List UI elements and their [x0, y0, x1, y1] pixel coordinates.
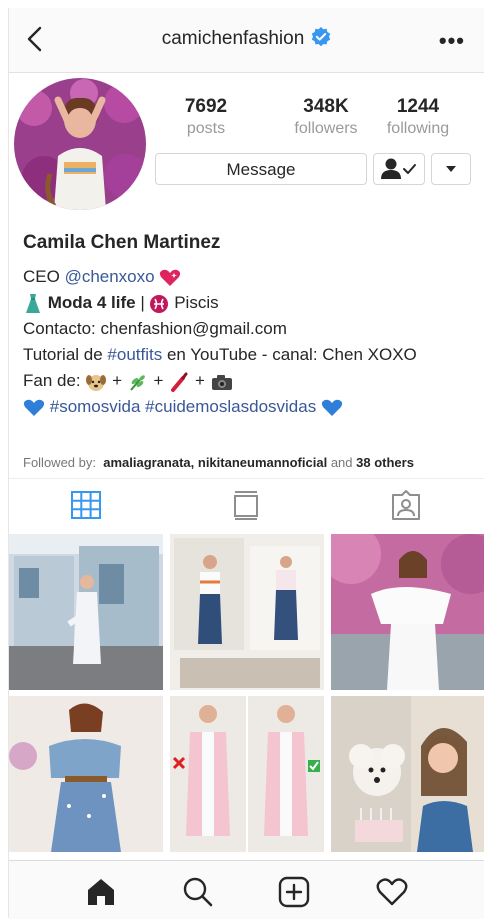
top-bar: camichenfashion •••	[9, 8, 484, 73]
bio-line-hashtags: #somosvida #cuidemoslasdosvidas	[23, 394, 478, 420]
new-post-icon[interactable]	[277, 875, 311, 909]
bio-tutorial-suffix: en YouTube - canal: Chen XOXO	[162, 345, 417, 364]
post-thumbnail[interactable]	[170, 534, 324, 690]
user-check-icon	[381, 158, 416, 179]
followed-by-text[interactable]: Followed by: amaliagranata, nikitaneuman…	[23, 455, 414, 470]
profile-bio: Camila Chen Martinez CEO @chenxoxo Moda …	[23, 230, 478, 420]
posts-label: posts	[186, 120, 226, 137]
dog-face-icon	[86, 374, 107, 391]
post-thumbnail[interactable]	[170, 696, 324, 852]
bio-role-text: CEO	[23, 267, 65, 286]
followed-by-prefix: Followed by:	[23, 455, 96, 470]
grid-view-icon[interactable]	[69, 489, 103, 521]
bio-line-tutorial: Tutorial de #outfits en YouTube - canal:…	[23, 342, 478, 368]
camera-icon	[211, 374, 232, 390]
posts-count: 7692	[184, 96, 228, 117]
hashtag-outfits-link[interactable]: #outfits	[107, 345, 162, 364]
plus-sign: +	[153, 371, 164, 390]
search-icon[interactable]	[181, 875, 215, 909]
following-toggle-button[interactable]	[373, 153, 425, 185]
following-stat[interactable]: 1244 following	[363, 96, 473, 138]
home-icon[interactable]	[84, 875, 118, 909]
bio-tutorial-prefix: Tutorial de	[23, 345, 108, 364]
mention-link[interactable]: @chenxoxo	[65, 267, 155, 286]
activity-heart-icon[interactable]	[375, 875, 409, 909]
verified-badge-icon	[312, 27, 331, 47]
posts-stat[interactable]: 7692 posts	[151, 96, 261, 138]
profile-full-name: Camila Chen Martinez	[23, 232, 221, 253]
photo-grid	[9, 534, 484, 852]
bio-line-fan: Fan de: + + +	[23, 368, 478, 394]
caret-down-icon	[446, 166, 456, 172]
post-thumbnail[interactable]	[331, 696, 484, 852]
avatar[interactable]	[14, 78, 146, 210]
bottom-navigation	[9, 860, 484, 919]
post-thumbnail[interactable]	[9, 696, 163, 852]
bio-line-role: CEO @chenxoxo	[23, 264, 478, 290]
pisces-icon	[150, 294, 169, 313]
following-count: 1244	[396, 96, 440, 117]
bio-fan-prefix: Fan de:	[23, 371, 81, 390]
bio-separator: |	[135, 293, 150, 312]
blue-heart-icon	[321, 399, 343, 416]
profile-username-title: camichenfashion	[9, 26, 484, 50]
tagged-photos-icon[interactable]	[389, 489, 423, 521]
bio-sign-text: Piscis	[174, 293, 219, 312]
message-button[interactable]: Message	[155, 153, 367, 185]
followed-by-names: amaliagranata, nikitaneumannoficial	[103, 455, 328, 470]
herb-icon	[130, 374, 145, 391]
hashtags-link[interactable]: #somosvida #cuidemoslasdosvidas	[50, 397, 316, 416]
followed-by-and: and	[330, 455, 353, 470]
profile-tabs	[9, 478, 484, 529]
blue-heart-icon	[23, 399, 45, 416]
username-text: camichenfashion	[161, 28, 305, 49]
lipstick-icon	[171, 372, 188, 392]
following-label: following	[386, 120, 450, 137]
feed-view-icon[interactable]	[229, 489, 263, 521]
dress-icon	[26, 293, 40, 313]
plus-sign: +	[194, 371, 205, 390]
post-thumbnail[interactable]	[331, 534, 484, 690]
app-frame: camichenfashion ••• 7692 posts 348K foll…	[8, 8, 484, 919]
bio-bold-text: Moda 4 life	[47, 293, 136, 312]
bio-line-moda: Moda 4 life | Piscis	[23, 290, 478, 316]
more-icon[interactable]: •••	[439, 28, 465, 54]
followed-by-others: 38 others	[356, 455, 414, 470]
suggestions-dropdown-button[interactable]	[431, 153, 471, 185]
sparkling-heart-icon	[160, 269, 181, 286]
avatar-photo	[14, 78, 146, 210]
bio-line-contact: Contacto: chenfashion@gmail.com	[23, 319, 287, 338]
plus-sign: +	[112, 371, 123, 390]
post-thumbnail[interactable]	[9, 534, 163, 690]
